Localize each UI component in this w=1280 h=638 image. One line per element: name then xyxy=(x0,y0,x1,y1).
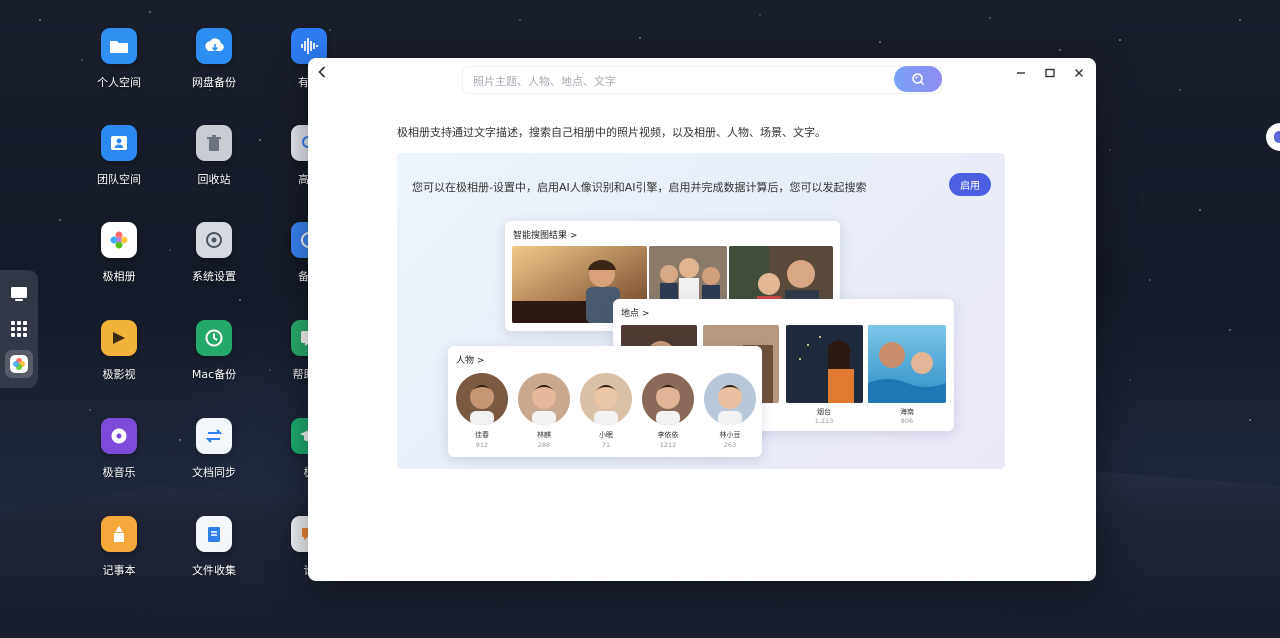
dock-apps-button[interactable] xyxy=(5,315,33,343)
place-name: 烟台 xyxy=(817,408,831,416)
app-tile xyxy=(101,418,137,454)
people-card[interactable]: 人物 > 佳春 912 林麒 288 小眠 71 李依依 1212 林小豆 263 xyxy=(448,346,762,457)
photo-search-window: 极相册支持通过文字描述，搜索自己相册中的照片视频，以及相册、人物、场景、文字。 … xyxy=(308,58,1096,581)
person-count: 1212 xyxy=(659,441,677,449)
desktop-app-file-collect[interactable]: 文件收集 xyxy=(169,516,259,578)
search-input[interactable] xyxy=(473,72,873,90)
minimize-icon xyxy=(1017,72,1025,74)
close-button[interactable] xyxy=(1072,66,1086,80)
desktop-icon-label: 回收站 xyxy=(197,173,231,186)
place-count: 806 xyxy=(900,417,914,425)
app-tile xyxy=(101,28,137,64)
dock-desktop-button[interactable] xyxy=(5,280,33,308)
desktop-icon-label: 记事本 xyxy=(102,564,136,577)
desktop-app-notebook[interactable]: 记事本 xyxy=(74,516,164,578)
desktop-app-gear[interactable]: 系统设置 xyxy=(169,222,259,284)
place-photo-hainan xyxy=(868,325,946,403)
grid-icon xyxy=(11,320,27,337)
desktop-app-team[interactable]: 团队空间 xyxy=(74,125,164,187)
folder-icon xyxy=(110,41,128,53)
place-photo-yantai xyxy=(786,325,863,403)
cloud-download-icon xyxy=(205,38,224,52)
desktop-icon-label: 系统设置 xyxy=(192,270,236,283)
ai-search-promo-panel: 您可以在极相册-设置中，启用AI人像识别和AI引擎，启用并完成数据计算后，您可以… xyxy=(397,153,1005,469)
desktop-app-flower[interactable]: 极相册 xyxy=(74,222,164,284)
trash-icon xyxy=(207,135,221,151)
person-name: 佳春 xyxy=(475,431,489,439)
person-count: 288 xyxy=(537,441,551,449)
place-count: 1,213 xyxy=(814,417,834,425)
enable-button[interactable]: 启用 xyxy=(949,173,991,196)
app-tile xyxy=(101,516,137,552)
desktop-app-folder[interactable]: 个人空间 xyxy=(74,28,164,90)
app-tile xyxy=(196,222,232,258)
close-icon xyxy=(1075,69,1083,77)
team-icon xyxy=(111,136,127,150)
app-tile xyxy=(101,320,137,356)
smart-results-title: 智能搜图结果 > xyxy=(513,231,578,241)
person-avatar[interactable] xyxy=(518,373,570,425)
photos-app-icon xyxy=(10,355,28,374)
app-tile xyxy=(196,125,232,161)
desktop-icon-label: 极相册 xyxy=(102,270,136,283)
app-tile xyxy=(196,320,232,356)
minimize-button[interactable] xyxy=(1014,66,1028,80)
film-icon xyxy=(113,332,125,344)
app-tile xyxy=(101,125,137,161)
places-title: 地点 > xyxy=(621,309,650,319)
person-name: 小眠 xyxy=(599,431,613,439)
maximize-icon xyxy=(1045,68,1055,78)
desktop-icon-label: 文档同步 xyxy=(192,466,236,479)
person-avatar[interactable] xyxy=(580,373,632,425)
desktop-app-clock[interactable]: Mac备份 xyxy=(169,320,259,382)
desktop-icon-label: 文件收集 xyxy=(192,564,236,577)
desktop-icon-label: Mac备份 xyxy=(191,368,237,381)
desktop-app-cloud-download[interactable]: 网盘备份 xyxy=(169,28,259,90)
ai-setup-hint: 您可以在极相册-设置中，启用AI人像识别和AI引擎，启用并完成数据计算后，您可以… xyxy=(412,181,867,194)
search-button[interactable] xyxy=(894,66,942,92)
chevron-left-icon xyxy=(318,66,326,78)
person-count: 912 xyxy=(475,441,489,449)
desktop-icon-label: 个人空间 xyxy=(97,76,141,89)
person-name: 林小豆 xyxy=(719,431,741,439)
music-disc-icon xyxy=(111,428,127,444)
desktop-app-trash[interactable]: 回收站 xyxy=(169,125,259,187)
desktop-app-sync[interactable]: 文档同步 xyxy=(169,418,259,480)
audio-wave-icon xyxy=(301,38,318,54)
person-name: 林麒 xyxy=(537,431,551,439)
person-count: 263 xyxy=(723,441,737,449)
person-avatar[interactable] xyxy=(704,373,756,425)
person-name: 李依依 xyxy=(657,431,679,439)
notebook-icon xyxy=(114,526,124,542)
people-title: 人物 > xyxy=(456,356,485,366)
person-avatar[interactable] xyxy=(642,373,694,425)
monitor-icon xyxy=(11,286,27,301)
app-tile xyxy=(196,28,232,64)
sync-icon xyxy=(205,429,223,443)
person-count: 71 xyxy=(601,441,611,449)
maximize-button[interactable] xyxy=(1043,66,1057,80)
app-tile xyxy=(101,222,137,258)
desktop-app-film[interactable]: 极影视 xyxy=(74,320,164,382)
gear-icon xyxy=(206,232,222,248)
flower-icon xyxy=(110,231,128,249)
file-collect-icon xyxy=(208,527,220,542)
place-name: 海南 xyxy=(900,408,914,416)
clock-icon xyxy=(205,329,223,347)
assistant-edge-button[interactable] xyxy=(1266,123,1280,151)
desktop-icon-label: 团队空间 xyxy=(97,173,141,186)
person-avatar[interactable] xyxy=(456,373,508,425)
search-intro-text: 极相册支持通过文字描述，搜索自己相册中的照片视频，以及相册、人物、场景、文字。 xyxy=(397,126,826,139)
desktop-icon-label: 极影视 xyxy=(102,368,136,381)
left-dock xyxy=(0,270,38,388)
desktop-app-music-disc[interactable]: 极音乐 xyxy=(74,418,164,480)
back-button[interactable] xyxy=(318,64,332,80)
search-refresh-icon xyxy=(912,73,925,86)
desktop-icon-label: 网盘备份 xyxy=(192,76,236,89)
desktop-icon-label: 极音乐 xyxy=(102,466,136,479)
app-tile xyxy=(196,418,232,454)
dock-photos-button[interactable] xyxy=(5,350,33,379)
app-tile xyxy=(196,516,232,552)
search-box xyxy=(462,66,942,94)
